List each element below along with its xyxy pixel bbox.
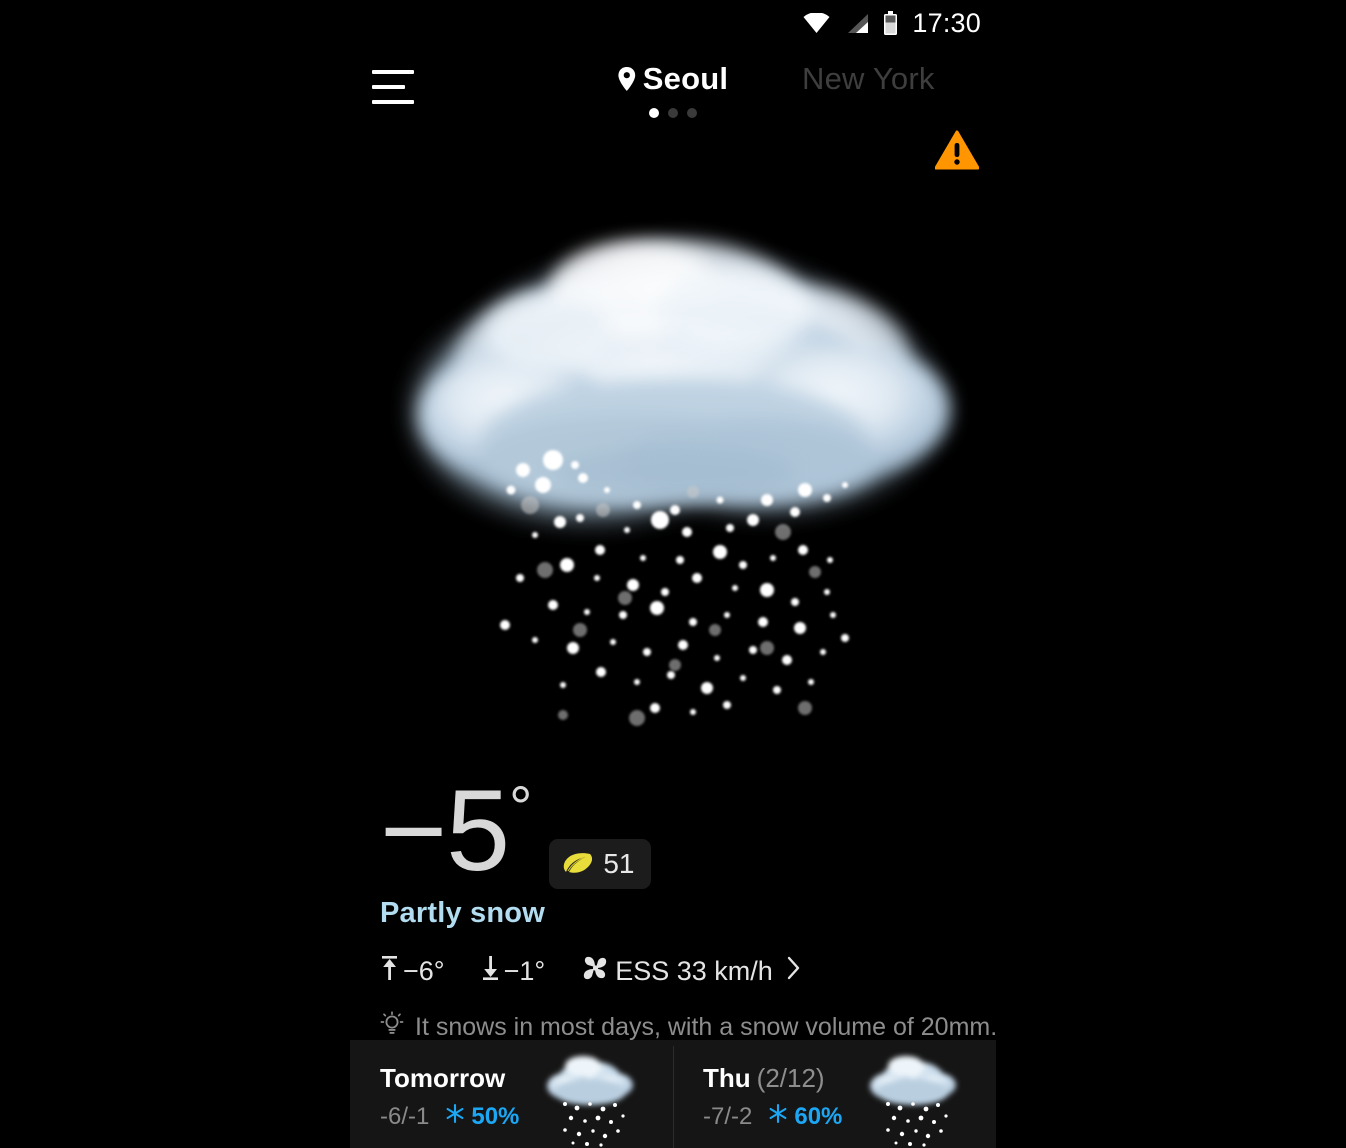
next-city-tab[interactable]: New York <box>802 61 935 97</box>
forecast-sub-row: -6/-1 50% <box>380 1103 519 1131</box>
page-dot-1[interactable] <box>649 108 659 118</box>
current-city-name: Seoul <box>642 61 729 96</box>
forecast-temp-range-2: -7/-2 <box>703 1103 753 1130</box>
app-header: Seoul New York <box>0 58 1346 170</box>
forecast-day-name: Tomorrow <box>380 1063 506 1093</box>
forecast-strip: Tomorrow -6/-1 50% Thu (2/12) -7/-2 60% <box>350 1040 996 1148</box>
snowflake-icon <box>768 1103 788 1131</box>
high-temperature-value: −6° <box>403 956 445 986</box>
snowflake-icon <box>445 1103 465 1131</box>
forecast-day-name-2: Thu <box>703 1063 751 1093</box>
weather-app-screen: 17:30 Seoul New York −5° 51 Partly snow … <box>0 0 1346 1148</box>
temperature-value: −5 <box>380 767 510 895</box>
current-conditions-panel: −5° 51 Partly snow −6° −1° ESS 33 km/h I… <box>380 774 1020 1044</box>
current-temperature: −5° <box>380 774 532 889</box>
forecast-precipitation-2: 60% <box>768 1103 842 1131</box>
forecast-precip-value: 50% <box>471 1103 520 1130</box>
high-temperature: −6° <box>380 955 445 988</box>
forecast-text-block: Tomorrow -6/-1 50% <box>380 1057 519 1131</box>
degree-symbol: ° <box>509 775 532 840</box>
low-temperature: −1° <box>481 955 546 988</box>
forecast-weather-icon-2 <box>858 1046 968 1148</box>
forecast-weather-icon <box>535 1046 645 1148</box>
wind-info[interactable]: ESS 33 km/h <box>581 954 801 989</box>
low-temperature-value: −1° <box>503 956 546 986</box>
forecast-text-block-2: Thu (2/12) -7/-2 60% <box>703 1057 842 1131</box>
current-city-tab[interactable]: Seoul <box>618 61 728 97</box>
cellular-signal-icon <box>844 13 869 34</box>
forecast-card-thu[interactable]: Thu (2/12) -7/-2 60% <box>673 1040 996 1148</box>
page-indicator-dots[interactable] <box>649 108 697 118</box>
weather-condition-text: Partly snow <box>380 897 545 929</box>
wind-value: ESS 33 km/h <box>615 956 773 986</box>
air-quality-badge[interactable]: 51 <box>549 839 652 889</box>
air-quality-value: 51 <box>603 848 635 879</box>
temperature-wind-row[interactable]: −6° −1° ESS 33 km/h <box>380 954 1020 989</box>
forecast-card-tomorrow[interactable]: Tomorrow -6/-1 50% <box>350 1040 673 1148</box>
forecast-day-label-2: Thu (2/12) <box>703 1063 842 1094</box>
battery-icon <box>883 11 898 35</box>
status-bar: 17:30 <box>0 0 1346 46</box>
current-weather-illustration <box>375 160 975 770</box>
forecast-precipitation: 50% <box>445 1103 519 1131</box>
leaf-icon <box>562 851 593 878</box>
page-dot-3[interactable] <box>687 108 697 118</box>
forecast-precip-value-2: 60% <box>794 1103 843 1130</box>
forecast-day-label: Tomorrow <box>380 1063 519 1094</box>
forecast-sub-row-2: -7/-2 60% <box>703 1103 842 1131</box>
pinwheel-icon <box>581 954 611 989</box>
weather-tip-text: It snows in most days, with a snow volum… <box>415 1013 998 1041</box>
temperature-row: −5° 51 <box>380 774 1020 889</box>
snow-cloud-icon <box>420 240 950 726</box>
next-city-name: New York <box>802 61 935 96</box>
chevron-right-icon[interactable] <box>787 956 801 987</box>
wifi-icon <box>803 12 830 34</box>
arrow-down-icon <box>481 955 500 988</box>
forecast-day-date-2: (2/12) <box>756 1063 825 1093</box>
arrow-up-icon <box>380 955 399 988</box>
page-dot-2[interactable] <box>668 108 678 118</box>
forecast-temp-range: -6/-1 <box>380 1103 430 1130</box>
hamburger-menu-icon[interactable] <box>372 70 414 104</box>
status-bar-clock: 17:30 <box>912 7 981 38</box>
location-pin-icon <box>618 67 636 91</box>
warning-triangle-icon[interactable] <box>934 130 980 170</box>
